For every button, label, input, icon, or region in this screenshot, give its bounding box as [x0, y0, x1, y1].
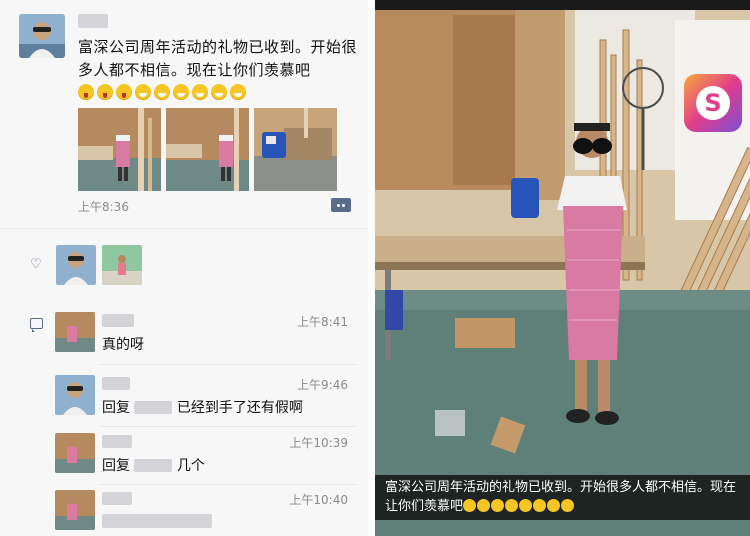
emoji-icon [491, 499, 505, 512]
emoji-icon [173, 84, 189, 100]
reply-prefix: 回复 [102, 400, 130, 416]
reply-prefix: 回复 [102, 458, 130, 474]
post-body: 富深公司周年活动的礼物已收到。开始很多人都不相信。现在让你们羡慕吧 [78, 38, 358, 79]
emoji-icon [519, 499, 533, 512]
comment-row: 上午10:40 [52, 490, 352, 536]
post-text: 富深公司周年活动的礼物已收到。开始很多人都不相信。现在让你们羡慕吧 [78, 36, 358, 105]
comment-text: 回复 已经到手了还有假啊 [102, 397, 303, 417]
commenter-name-blurred[interactable] [102, 377, 130, 390]
reply-target-blurred[interactable] [134, 459, 173, 472]
comment-more-button[interactable] [331, 198, 351, 212]
commenter-name-blurred[interactable] [102, 435, 132, 448]
emoji-icon [154, 84, 170, 100]
comment-row: 上午9:46 回复 已经到手了还有假啊 [52, 375, 352, 425]
emoji-icon [116, 84, 132, 100]
emoji-icon [547, 499, 561, 512]
post-time: 上午8:36 [78, 200, 129, 214]
author-name-blurred[interactable] [78, 14, 108, 28]
comment-text: 真的呀 [102, 337, 144, 353]
emoji-icon [533, 499, 547, 512]
comment-separator [100, 484, 356, 485]
comment-separator [100, 426, 356, 427]
comment-time: 上午10:39 [289, 436, 348, 450]
like-avatar[interactable] [102, 245, 142, 285]
emoji-icon [97, 84, 113, 100]
emoji-icon [505, 499, 519, 512]
post-photo-2[interactable] [166, 108, 249, 191]
retouch-app-icon[interactable]: S [684, 74, 742, 132]
comment-row: 上午10:39 回复 几个 [52, 433, 352, 483]
reply-body: 已经到手了还有假啊 [176, 400, 303, 416]
emoji-icon [211, 84, 227, 100]
emoji-row [78, 84, 249, 102]
emoji-icon [192, 84, 208, 100]
comment-row: 上午8:41 真的呀 [52, 312, 352, 362]
emoji-icon [561, 499, 575, 512]
commenter-avatar[interactable] [55, 433, 95, 473]
author-avatar[interactable] [19, 14, 65, 58]
post-photo-3[interactable] [254, 108, 337, 191]
commenter-name-blurred[interactable] [102, 492, 132, 505]
emoji-icon [463, 499, 477, 512]
caption-text: 富深公司周年活动的礼物已收到。开始很多人都不相信。现在让你们羡慕吧 [385, 480, 737, 514]
photo-viewer: S 富深公司周年活动的礼物已收到。开始很多人都不相信。现在让你们羡慕吧 [375, 0, 750, 536]
heart-icon: ♡ [30, 257, 42, 272]
comment-separator [100, 364, 356, 365]
comment-time: 上午9:46 [297, 378, 348, 392]
emoji-icon [78, 84, 94, 100]
comment-icon [30, 318, 43, 332]
commenter-avatar[interactable] [55, 375, 95, 415]
post-photos [78, 108, 337, 191]
comment-time: 上午10:40 [289, 493, 348, 507]
reply-target-blurred[interactable] [134, 401, 173, 414]
commenter-avatar[interactable] [55, 490, 95, 530]
photo-caption: 富深公司周年活动的礼物已收到。开始很多人都不相信。现在让你们羡慕吧 [375, 475, 750, 520]
reply-body: 几个 [176, 458, 205, 474]
like-avatar[interactable] [56, 245, 96, 285]
comment-text-blurred [102, 514, 212, 528]
comment-time: 上午8:41 [297, 315, 348, 329]
emoji-icon [230, 84, 246, 100]
commenter-name-blurred[interactable] [102, 314, 134, 327]
divider [0, 228, 368, 229]
post-photo-1[interactable] [78, 108, 161, 191]
emoji-icon [477, 499, 491, 512]
app-icon-letter: S [696, 86, 730, 120]
commenter-avatar[interactable] [55, 312, 95, 352]
comment-text: 回复 几个 [102, 455, 205, 475]
moments-panel: 富深公司周年活动的礼物已收到。开始很多人都不相信。现在让你们羡慕吧 上午8:36… [0, 0, 368, 536]
emoji-icon [135, 84, 151, 100]
